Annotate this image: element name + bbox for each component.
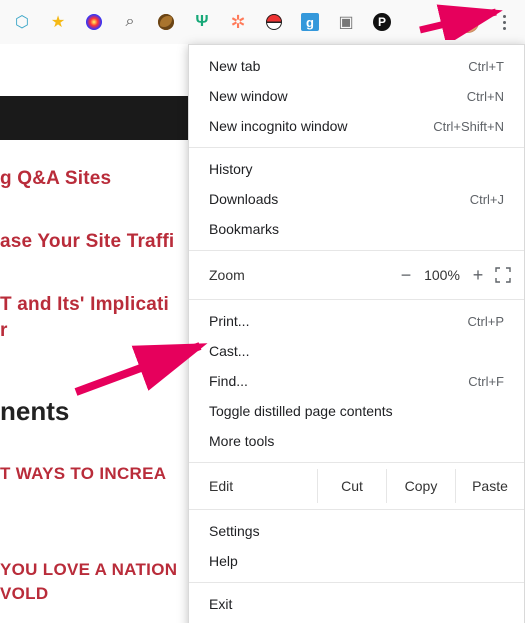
menu-settings[interactable]: Settings	[189, 516, 524, 546]
browser-toolbar: ⬡ ★ ⌕ Ψ ✲ g ▣ P	[0, 0, 525, 44]
menu-new-tab[interactable]: New tabCtrl+T	[189, 51, 524, 81]
article-link-1[interactable]: g Q&A Sites	[0, 166, 111, 192]
menu-incognito[interactable]: New incognito windowCtrl+Shift+N	[189, 111, 524, 141]
edit-cut[interactable]: Cut	[317, 469, 386, 503]
menu-find[interactable]: Find...Ctrl+F	[189, 366, 524, 396]
zoom-out-button[interactable]: −	[394, 265, 418, 286]
caps-link-1[interactable]: T WAYS TO INCREA	[0, 464, 166, 484]
menu-separator	[189, 509, 524, 510]
menu-button[interactable]	[495, 11, 513, 33]
zoom-percent: 100%	[418, 267, 466, 283]
magnify-icon[interactable]: ⌕	[120, 12, 140, 32]
menu-history[interactable]: History	[189, 154, 524, 184]
edit-copy[interactable]: Copy	[386, 469, 455, 503]
menu-more-tools[interactable]: More tools	[189, 426, 524, 456]
menu-bookmarks[interactable]: Bookmarks	[189, 214, 524, 244]
menu-new-window[interactable]: New windowCtrl+N	[189, 81, 524, 111]
p-bubble-icon[interactable]: P	[372, 12, 392, 32]
menu-edit-row: Edit Cut Copy Paste	[189, 469, 524, 503]
hubspot-icon[interactable]: ✲	[228, 12, 248, 32]
menu-toggle-distilled[interactable]: Toggle distilled page contents	[189, 396, 524, 426]
menu-separator	[189, 299, 524, 300]
cookie-icon[interactable]	[156, 12, 176, 32]
menu-separator	[189, 147, 524, 148]
edit-paste[interactable]: Paste	[455, 469, 524, 503]
viewport: ⬡ ★ ⌕ Ψ ✲ g ▣ P g Q&A Sites ase Your Sit…	[0, 0, 525, 623]
menu-print[interactable]: Print...Ctrl+P	[189, 306, 524, 336]
article-link-2[interactable]: ase Your Site Traffi	[0, 229, 174, 255]
pokeball-icon[interactable]	[264, 12, 284, 32]
menu-cast[interactable]: Cast...	[189, 336, 524, 366]
circle-icon[interactable]	[84, 12, 104, 32]
browser-menu: New tabCtrl+T New windowCtrl+N New incog…	[188, 44, 525, 623]
zoom-in-button[interactable]: +	[466, 265, 490, 286]
fullscreen-button[interactable]	[490, 267, 516, 283]
menu-separator	[189, 582, 524, 583]
menu-exit[interactable]: Exit	[189, 589, 524, 619]
star-icon[interactable]: ★	[48, 12, 68, 32]
menu-help[interactable]: Help	[189, 546, 524, 576]
caps-link-2a[interactable]: YOU LOVE A NATION	[0, 560, 177, 580]
menu-downloads[interactable]: DownloadsCtrl+J	[189, 184, 524, 214]
menu-separator	[189, 462, 524, 463]
edit-label: Edit	[189, 478, 317, 494]
profile-avatar[interactable]	[457, 11, 479, 33]
comments-heading: nents	[0, 396, 69, 427]
g-square-icon[interactable]: g	[300, 12, 320, 32]
camera-icon[interactable]: ▣	[336, 12, 356, 32]
zoom-label: Zoom	[209, 267, 394, 283]
hex-icon[interactable]: ⬡	[12, 12, 32, 32]
caps-link-2b[interactable]: VOLD	[0, 584, 48, 604]
menu-separator	[189, 250, 524, 251]
menu-zoom: Zoom − 100% +	[189, 257, 524, 293]
article-link-3b[interactable]: r	[0, 318, 8, 344]
antler-icon[interactable]: Ψ	[192, 12, 212, 32]
article-link-3a[interactable]: T and Its' Implicati	[0, 292, 169, 318]
header-bar	[0, 96, 190, 140]
